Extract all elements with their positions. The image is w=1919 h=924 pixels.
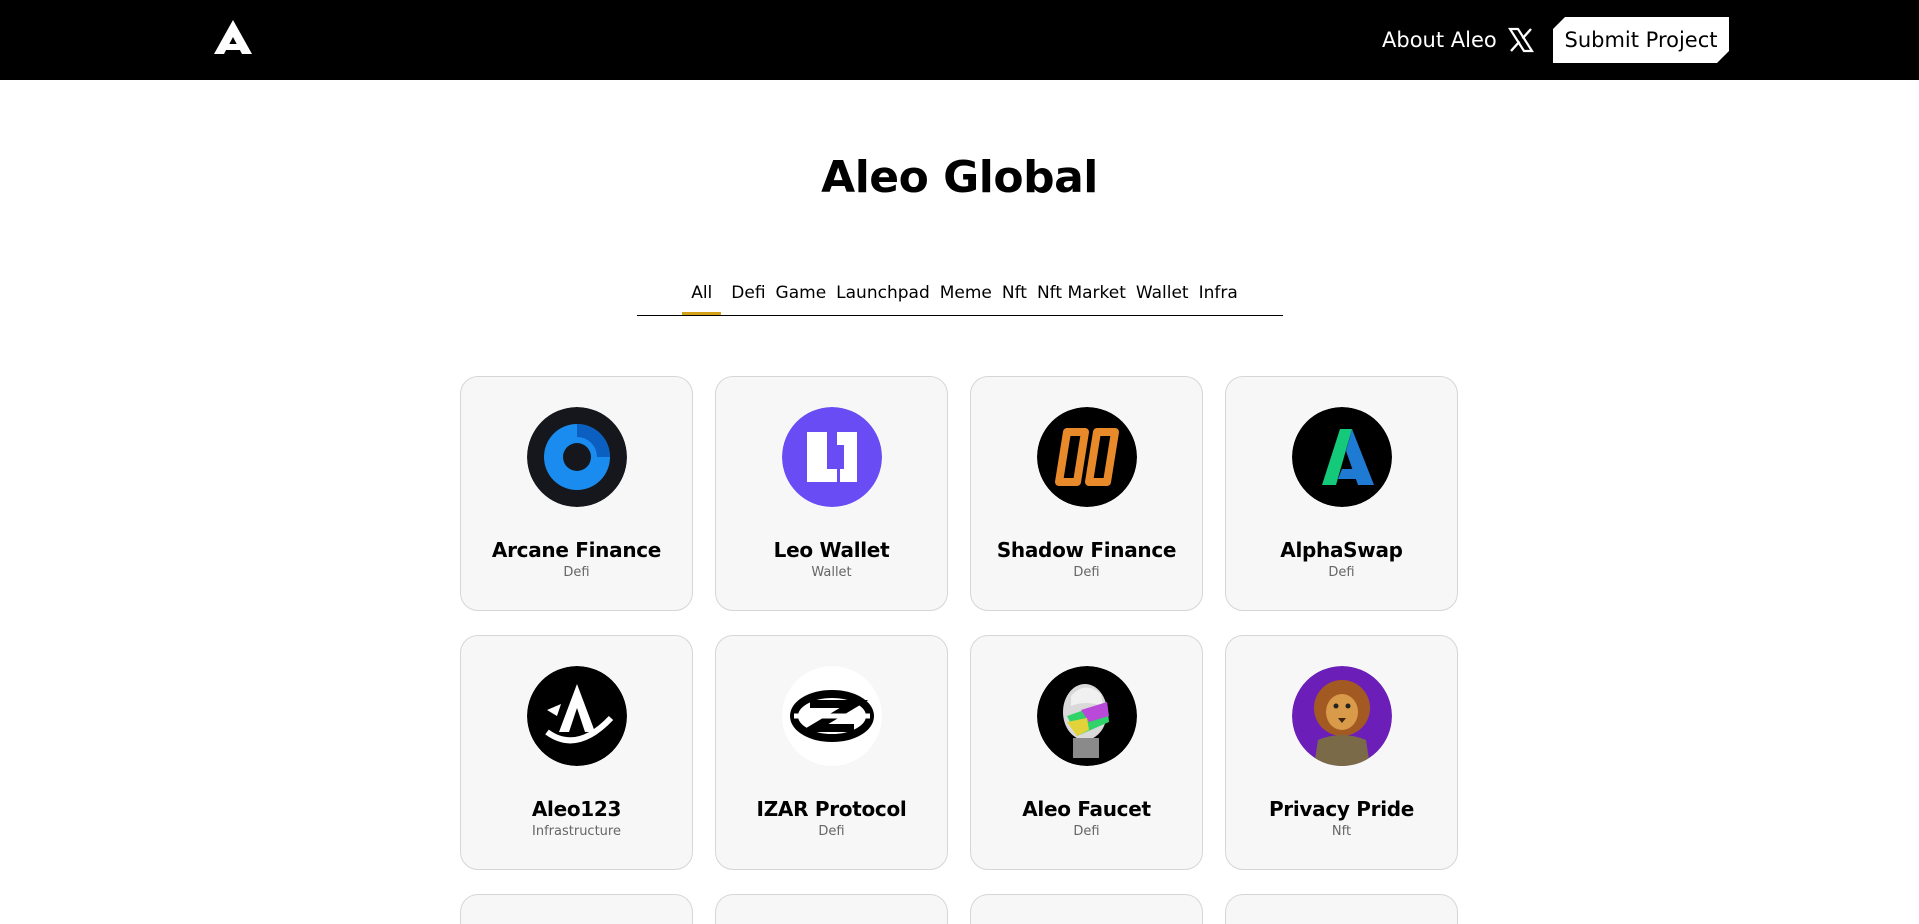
project-card[interactable]: Aleo123 Infrastructure [460, 635, 693, 870]
tab-meme[interactable]: Meme [940, 279, 992, 313]
project-category: Nft [1331, 824, 1352, 839]
privacy-pride-logo-icon [1292, 666, 1392, 766]
tab-nft-market[interactable]: Nft Market [1037, 279, 1126, 313]
tab-nft[interactable]: Nft [1002, 279, 1027, 313]
project-card[interactable]: IZAR Protocol Defi [715, 635, 948, 870]
project-category: Defi [818, 824, 845, 839]
alphaswap-logo-icon [1292, 407, 1392, 507]
project-category: Defi [1328, 565, 1355, 580]
project-category: Infrastructure [532, 824, 621, 839]
project-name: Aleo Faucet [1022, 797, 1151, 821]
project-name: Arcane Finance [491, 538, 662, 562]
aleo-logo-icon[interactable] [214, 20, 252, 54]
project-grid: Arcane Finance Defi Leo Wallet Wallet Sh… [460, 376, 1460, 924]
project-name: Aleo123 [531, 797, 622, 821]
aleo-faucet-logo-icon [1037, 666, 1137, 766]
about-aleo-link[interactable]: About Aleo [1382, 26, 1497, 54]
izar-protocol-logo-icon [782, 666, 882, 766]
project-name: IZAR Protocol [756, 797, 907, 821]
tab-defi[interactable]: Defi [731, 279, 765, 313]
leo-wallet-logo-icon [782, 407, 882, 507]
aleo123-logo-icon [527, 666, 627, 766]
project-category: Defi [1073, 824, 1100, 839]
x-twitter-icon[interactable] [1508, 27, 1534, 53]
page-title: Aleo Global [821, 152, 1098, 203]
tab-infra[interactable]: Infra [1199, 279, 1238, 313]
project-category: Defi [1073, 565, 1100, 580]
tab-launchpad[interactable]: Launchpad [836, 279, 930, 313]
project-card-partial[interactable] [970, 894, 1203, 924]
project-card[interactable]: Shadow Finance Defi [970, 376, 1203, 611]
tab-all[interactable]: All [682, 279, 722, 315]
project-card-partial[interactable] [460, 894, 693, 924]
project-card[interactable]: Leo Wallet Wallet [715, 376, 948, 611]
project-card[interactable]: Privacy Pride Nft [1225, 635, 1458, 870]
project-card[interactable]: Arcane Finance Defi [460, 376, 693, 611]
submit-project-button[interactable]: Submit Project [1553, 17, 1729, 63]
arcane-finance-logo-icon [527, 407, 627, 507]
project-category: Defi [563, 565, 590, 580]
project-name: Privacy Pride [1268, 797, 1415, 821]
project-card[interactable]: AlphaSwap Defi [1225, 376, 1458, 611]
shadow-finance-logo-icon [1037, 407, 1137, 507]
project-card-partial[interactable] [1225, 894, 1458, 924]
top-navbar: About Aleo Submit Project [0, 0, 1919, 80]
category-tabs: All Defi Game Launchpad Meme Nft Nft Mar… [637, 279, 1283, 316]
project-card-partial[interactable] [715, 894, 948, 924]
tab-game[interactable]: Game [776, 279, 827, 313]
project-name: Shadow Finance [996, 538, 1177, 562]
tab-wallet[interactable]: Wallet [1136, 279, 1189, 313]
project-card[interactable]: Aleo Faucet Defi [970, 635, 1203, 870]
project-name: AlphaSwap [1280, 538, 1403, 562]
project-category: Wallet [811, 565, 852, 580]
project-name: Leo Wallet [773, 538, 890, 562]
